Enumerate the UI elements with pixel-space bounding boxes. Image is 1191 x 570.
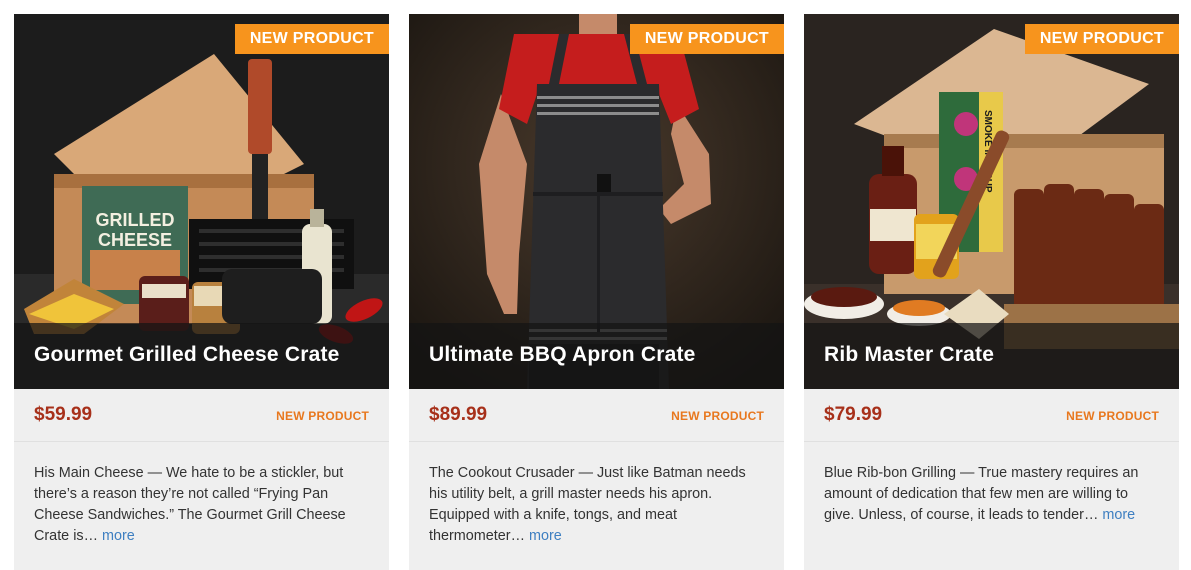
- title-overlay: Gourmet Grilled Cheese Crate: [14, 323, 389, 389]
- product-card-grilled-cheese[interactable]: GRILLED CHEESE NEW PRODUCT Gourmet Grill…: [14, 14, 389, 570]
- new-product-tag: NEW PRODUCT: [671, 409, 764, 423]
- product-grid: GRILLED CHEESE NEW PRODUCT Gourmet Grill…: [14, 14, 1179, 570]
- more-link[interactable]: more: [102, 528, 135, 544]
- description-text: His Main Cheese — We hate to be a stickl…: [34, 465, 346, 544]
- product-image-rib-master[interactable]: SMOKE IN A CUP NEW PRODUCT Rib Master Cr…: [804, 14, 1179, 389]
- description-text: The Cookout Crusader — Just like Batman …: [429, 465, 746, 544]
- title-overlay: Ultimate BBQ Apron Crate: [409, 323, 784, 389]
- book-title-line-1: GRILLED: [96, 210, 175, 230]
- price-row: $79.99 NEW PRODUCT: [804, 389, 1179, 442]
- more-link[interactable]: more: [529, 528, 562, 544]
- product-image-bbq-apron[interactable]: NEW PRODUCT Ultimate BBQ Apron Crate: [409, 14, 784, 389]
- product-title[interactable]: Rib Master Crate: [824, 343, 994, 367]
- product-price: $59.99: [34, 404, 93, 425]
- price-row: $89.99 NEW PRODUCT: [409, 389, 784, 442]
- new-product-tag: NEW PRODUCT: [1066, 409, 1159, 423]
- product-description: Blue Rib-bon Grilling — True mastery req…: [804, 442, 1179, 526]
- product-price: $79.99: [824, 404, 883, 425]
- title-overlay: Rib Master Crate: [804, 323, 1179, 389]
- product-title[interactable]: Gourmet Grilled Cheese Crate: [34, 343, 340, 367]
- new-product-badge: NEW PRODUCT: [629, 24, 784, 54]
- product-price: $89.99: [429, 404, 488, 425]
- book-title-line-2: CHEESE: [98, 230, 172, 250]
- product-card-bbq-apron[interactable]: NEW PRODUCT Ultimate BBQ Apron Crate $89…: [409, 14, 784, 570]
- new-product-tag: NEW PRODUCT: [276, 409, 369, 423]
- product-description: His Main Cheese — We hate to be a stickl…: [14, 442, 389, 547]
- product-image-grilled-cheese[interactable]: GRILLED CHEESE NEW PRODUCT Gourmet Grill…: [14, 14, 389, 389]
- product-description: The Cookout Crusader — Just like Batman …: [409, 442, 784, 547]
- product-card-rib-master[interactable]: SMOKE IN A CUP NEW PRODUCT Rib Master Cr…: [804, 14, 1179, 570]
- new-product-badge: NEW PRODUCT: [234, 24, 389, 54]
- price-row: $59.99 NEW PRODUCT: [14, 389, 389, 442]
- more-link[interactable]: more: [1102, 507, 1135, 523]
- product-title[interactable]: Ultimate BBQ Apron Crate: [429, 343, 696, 367]
- new-product-badge: NEW PRODUCT: [1024, 24, 1179, 54]
- description-text: Blue Rib-bon Grilling — True mastery req…: [824, 465, 1139, 523]
